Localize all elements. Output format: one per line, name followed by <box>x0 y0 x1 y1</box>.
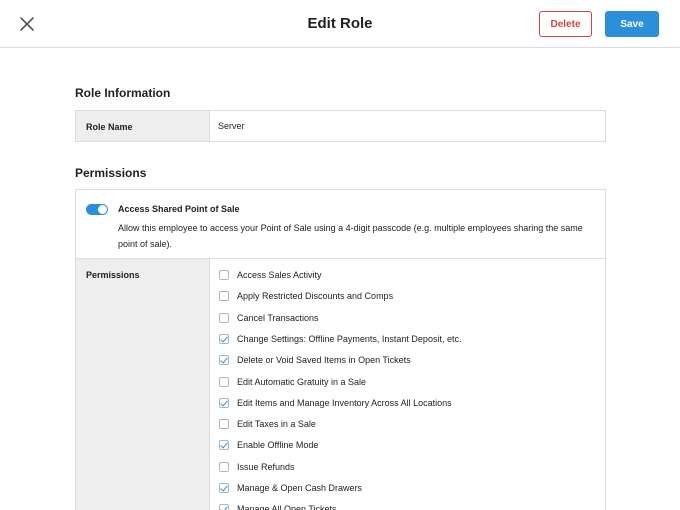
permission-item[interactable]: Cancel Transactions <box>219 311 599 325</box>
checkbox-checked[interactable] <box>219 440 229 451</box>
permission-label: Access Sales Activity <box>237 270 322 280</box>
checkbox-checked[interactable] <box>219 397 229 408</box>
save-button[interactable]: Save <box>605 11 659 37</box>
permission-item[interactable]: Edit Items and Manage Inventory Across A… <box>219 396 599 410</box>
shared-pos-description: Allow this employee to access your Point… <box>118 223 583 249</box>
checkbox-unchecked[interactable] <box>219 461 229 472</box>
permissions-heading: Permissions <box>75 166 147 180</box>
permission-item[interactable]: Access Sales Activity <box>219 268 599 282</box>
permission-label: Delete or Void Saved Items in Open Ticke… <box>237 355 411 366</box>
checkbox-checked[interactable] <box>219 483 229 493</box>
checkbox-unchecked[interactable] <box>219 419 229 430</box>
delete-button[interactable]: Delete <box>539 11 592 37</box>
checkbox-checked[interactable] <box>219 355 229 366</box>
permission-item[interactable]: Edit Taxes in a Sale <box>219 417 599 431</box>
permission-item[interactable]: Change Settings: Offline Payments, Insta… <box>219 332 599 346</box>
permission-label: Issue Refunds <box>237 461 295 472</box>
permissions-panel: Access Shared Point of Sale Allow this e… <box>75 189 606 510</box>
checkbox-checked[interactable] <box>219 504 229 510</box>
permission-label: Edit Items and Manage Inventory Across A… <box>237 397 452 408</box>
permission-label: Apply Restricted Discounts and Comps <box>237 291 394 302</box>
permission-label: Edit Taxes in a Sale <box>237 419 316 430</box>
checkbox-checked[interactable] <box>219 333 229 344</box>
permission-item[interactable]: Manage All Open Tickets <box>219 502 599 510</box>
checkbox-unchecked[interactable] <box>219 291 229 302</box>
permission-item[interactable]: Apply Restricted Discounts and Comps <box>219 289 599 303</box>
checkbox-unchecked[interactable] <box>219 270 229 280</box>
permissions-label-column: Permissions <box>76 259 210 510</box>
role-name-input[interactable] <box>210 111 605 141</box>
permission-label: Enable Offline Mode <box>237 440 319 451</box>
permission-label: Manage & Open Cash Drawers <box>237 483 363 493</box>
toggle-knob <box>98 205 107 214</box>
permission-label: Edit Automatic Gratuity in a Sale <box>237 376 367 387</box>
role-information-heading: Role Information <box>75 86 171 100</box>
shared-pos-toggle[interactable] <box>86 204 108 215</box>
permission-item[interactable]: Manage & Open Cash Drawers <box>219 481 599 495</box>
role-name-label: Role Name <box>76 111 210 141</box>
permission-item[interactable]: Enable Offline Mode <box>219 438 599 452</box>
top-bar: Edit Role Delete Save <box>0 0 680 48</box>
permission-label: Change Settings: Offline Payments, Insta… <box>237 333 462 344</box>
checkbox-unchecked[interactable] <box>219 312 229 323</box>
permissions-list-label: Permissions <box>86 270 140 280</box>
permission-label: Manage All Open Tickets <box>237 504 337 510</box>
permission-item[interactable]: Delete or Void Saved Items in Open Ticke… <box>219 353 599 367</box>
permission-item[interactable]: Edit Automatic Gratuity in a Sale <box>219 375 599 389</box>
shared-pos-title: Access Shared Point of Sale <box>118 204 240 214</box>
checkbox-unchecked[interactable] <box>219 376 229 387</box>
permission-label: Cancel Transactions <box>237 312 319 323</box>
permission-item[interactable]: Issue Refunds <box>219 460 599 474</box>
shared-pos-block: Access Shared Point of Sale Allow this e… <box>76 190 605 259</box>
permissions-list-block: Permissions Access Sales Activity Apply R… <box>76 259 605 510</box>
role-name-row: Role Name <box>75 110 606 142</box>
